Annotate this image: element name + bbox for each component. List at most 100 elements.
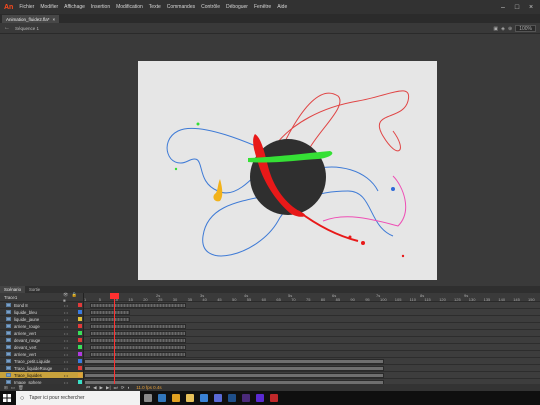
next-frame-icon[interactable]: ▶|	[106, 385, 111, 391]
menu-deboguer[interactable]: Déboguer	[226, 4, 248, 10]
first-frame-icon[interactable]: ⏮	[86, 385, 90, 390]
layer-visibility-lock-toggles[interactable]: • •	[64, 372, 68, 379]
edit-symbol-icon[interactable]: ◈	[501, 26, 505, 32]
layer-visibility-lock-toggles[interactable]: • •	[64, 309, 68, 316]
frame-span[interactable]	[90, 352, 186, 357]
menu-texte[interactable]: Texte	[149, 4, 161, 10]
frame-row[interactable]	[84, 309, 540, 316]
frame-row[interactable]	[84, 344, 540, 351]
onion-skin-icon[interactable]: ◐	[127, 385, 130, 390]
layer-row[interactable]: Trace_liquideRouge • •	[0, 365, 83, 372]
layer-visibility-lock-toggles[interactable]: • •	[64, 351, 68, 358]
taskbar-app-task-view[interactable]	[141, 391, 154, 405]
layer-row[interactable]: devant_vert • •	[0, 344, 83, 351]
taskbar-app-mail[interactable]	[197, 391, 210, 405]
document-tab[interactable]: Animation_fluide2.fla* ×	[2, 15, 60, 23]
layer-color-swatch[interactable]	[78, 303, 82, 307]
frame-row[interactable]	[84, 323, 540, 330]
maximize-icon[interactable]: □	[510, 4, 524, 11]
layer-visibility-lock-toggles[interactable]: • •	[64, 337, 68, 344]
frame-row[interactable]	[84, 330, 540, 337]
frame-row[interactable]	[84, 365, 540, 372]
delete-layer-icon[interactable]: 🗑	[18, 385, 24, 391]
stage[interactable]	[138, 61, 437, 280]
frame-rows[interactable]	[84, 302, 540, 386]
frame-span[interactable]	[90, 338, 186, 343]
new-folder-icon[interactable]: ▭	[11, 385, 15, 391]
frame-row[interactable]	[84, 302, 540, 309]
layer-color-swatch[interactable]	[78, 352, 82, 356]
layer-visibility-lock-toggles[interactable]: • •	[64, 358, 68, 365]
frame-span[interactable]	[90, 324, 186, 329]
layer-row[interactable]: devant_rouge • •	[0, 337, 83, 344]
close-icon[interactable]: ×	[524, 4, 538, 11]
taskbar-app-premiere[interactable]	[239, 391, 252, 405]
frames-panel[interactable]: 1 5 10 15 20 25 30 35 40 45 50 55 60 65 70 75 80 85 90 95 10…	[84, 293, 540, 391]
taskbar-app-after-effects[interactable]	[253, 391, 266, 405]
layer-row[interactable]: liquide_bleu • •	[0, 309, 83, 316]
center-stage-icon[interactable]: ⊕	[508, 26, 512, 32]
menu-aide[interactable]: Aide	[277, 4, 287, 10]
menu-affichage[interactable]: Affichage	[64, 4, 85, 10]
edit-scene-icon[interactable]: ▣	[493, 26, 498, 32]
frame-row[interactable]	[84, 351, 540, 358]
menu-controle[interactable]: Contrôle	[201, 4, 220, 10]
taskbar-app-store[interactable]	[211, 391, 224, 405]
frame-span[interactable]	[84, 373, 384, 378]
taskbar-app-photoshop[interactable]	[225, 391, 238, 405]
menu-insertion[interactable]: Insertion	[91, 4, 110, 10]
play-icon[interactable]: ▶	[100, 385, 103, 391]
loop-icon[interactable]: ⟳	[121, 385, 125, 391]
menu-fichier[interactable]: Fichier	[19, 4, 34, 10]
frame-span[interactable]	[84, 366, 384, 371]
layer-row[interactable]: liquide_jaune • •	[0, 316, 83, 323]
layer-row[interactable]: arriere_rouge • •	[0, 323, 83, 330]
frame-span[interactable]	[90, 310, 130, 315]
menu-modifier[interactable]: Modifier	[40, 4, 58, 10]
frame-row[interactable]	[84, 358, 540, 365]
new-layer-icon[interactable]: ⊞	[4, 385, 8, 391]
back-arrow-icon[interactable]: ←	[4, 25, 10, 31]
taskbar-app-animate[interactable]	[267, 391, 280, 405]
layer-color-swatch[interactable]	[78, 338, 82, 342]
layer-visibility-lock-toggles[interactable]: • •	[64, 323, 68, 330]
zoom-select[interactable]: 100%	[515, 25, 536, 32]
layer-color-swatch[interactable]	[78, 310, 82, 314]
stage-area[interactable]	[0, 34, 540, 286]
taskbar-app-edge[interactable]	[155, 391, 168, 405]
close-tab-icon[interactable]: ×	[53, 17, 56, 22]
layer-color-swatch[interactable]	[78, 345, 82, 349]
tab-sortie[interactable]: Sortie	[25, 286, 44, 293]
layer-visibility-lock-toggles[interactable]: • •	[64, 330, 68, 337]
windows-start-button[interactable]	[0, 391, 14, 405]
layer-header-icons[interactable]: 👁 🔒 ■	[63, 292, 83, 303]
layer-row[interactable]: Trace_liquides • •	[0, 372, 83, 379]
frame-row[interactable]	[84, 372, 540, 379]
taskbar-app-explorer[interactable]	[183, 391, 196, 405]
layer-row[interactable]: Bond 8 • •	[0, 302, 83, 309]
layer-color-swatch[interactable]	[78, 331, 82, 335]
layer-visibility-lock-toggles[interactable]: • •	[64, 344, 68, 351]
layer-color-swatch[interactable]	[78, 366, 82, 370]
frame-span[interactable]	[90, 345, 186, 350]
layer-row[interactable]: Trace_petit.Liquide • •	[0, 358, 83, 365]
layer-color-swatch[interactable]	[78, 373, 82, 377]
layer-row[interactable]: arriere_vert • •	[0, 330, 83, 337]
layer-color-swatch[interactable]	[78, 324, 82, 328]
scene-name[interactable]: Séquence 1	[15, 26, 39, 31]
frame-span[interactable]	[84, 359, 384, 364]
taskbar-app-chrome[interactable]	[169, 391, 182, 405]
layer-color-swatch[interactable]	[78, 317, 82, 321]
timeline-root[interactable]: Trace1	[4, 295, 17, 300]
layer-row[interactable]: arriere_vert • •	[0, 351, 83, 358]
tab-scenario[interactable]: Scénario	[0, 286, 25, 293]
frame-ruler[interactable]: 1 5 10 15 20 25 30 35 40 45 50 55 60 65 70 75 80 85 90 95 10…	[84, 293, 540, 302]
stage-drawing[interactable]	[138, 61, 437, 280]
layer-visibility-lock-toggles[interactable]: • •	[64, 302, 68, 309]
frame-span[interactable]	[90, 303, 186, 308]
menu-fenetre[interactable]: Fenêtre	[254, 4, 271, 10]
taskbar-search[interactable]: ○ Taper ici pour rechercher	[16, 391, 140, 405]
menu-commandes[interactable]: Commandes	[167, 4, 195, 10]
frame-row[interactable]	[84, 337, 540, 344]
menu-modification[interactable]: Modification	[116, 4, 143, 10]
